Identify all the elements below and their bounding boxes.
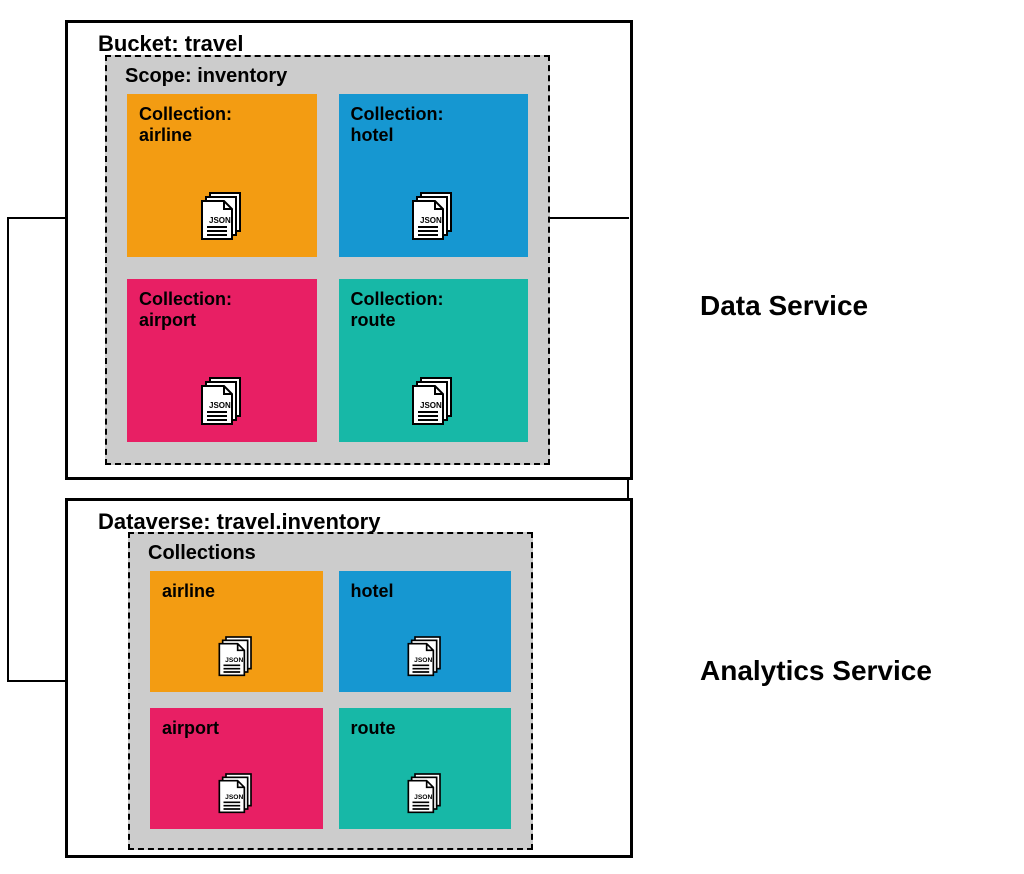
- connector-top-left-h: [7, 217, 65, 219]
- svg-text:JSON: JSON: [420, 216, 442, 225]
- collection-label: route: [351, 718, 500, 739]
- collection-airport: Collection:airport JSON: [127, 279, 317, 442]
- connector-top-right-h: [550, 217, 629, 219]
- collection-label: Collection:hotel: [351, 104, 517, 145]
- data-service-label: Data Service: [700, 290, 868, 322]
- collection-label: Collection:airline: [139, 104, 305, 145]
- json-doc-icon: JSON: [400, 769, 450, 819]
- json-doc-icon: JSON: [211, 632, 261, 682]
- collection-label: Collection:route: [351, 289, 517, 330]
- svg-text:JSON: JSON: [209, 216, 231, 225]
- collection-label: airport: [162, 718, 311, 739]
- analytics-service-label: Analytics Service: [700, 655, 932, 687]
- collections-box: Collections airline JSON: [128, 532, 533, 850]
- scope-box: Scope: inventory Collection:airline JSON: [105, 55, 550, 465]
- svg-text:JSON: JSON: [414, 657, 432, 664]
- json-doc-icon: JSON: [192, 187, 252, 247]
- collection-grid-bottom: airline JSON hotel: [130, 571, 531, 845]
- svg-text:JSON: JSON: [420, 401, 442, 410]
- svg-text:JSON: JSON: [209, 401, 231, 410]
- collection-label: hotel: [351, 581, 500, 602]
- collections-title: Collections: [148, 542, 531, 565]
- collection-airline: Collection:airline JSON: [127, 94, 317, 257]
- collection-hotel-bottom: hotel JSON: [339, 571, 512, 692]
- collection-route-bottom: route JSON: [339, 708, 512, 829]
- collection-label: airline: [162, 581, 311, 602]
- scope-title: Scope: inventory: [125, 65, 548, 88]
- collection-airport-bottom: airport JSON: [150, 708, 323, 829]
- json-doc-icon: JSON: [403, 372, 463, 432]
- collection-route: Collection:route JSON: [339, 279, 529, 442]
- collection-label: Collection:airport: [139, 289, 305, 330]
- json-doc-icon: JSON: [211, 769, 261, 819]
- json-doc-icon: JSON: [192, 372, 252, 432]
- svg-text:JSON: JSON: [225, 657, 243, 664]
- svg-text:JSON: JSON: [225, 794, 243, 801]
- json-doc-icon: JSON: [400, 632, 450, 682]
- collection-hotel: Collection:hotel JSON: [339, 94, 529, 257]
- bucket-title: Bucket: travel: [98, 31, 630, 57]
- json-doc-icon: JSON: [403, 187, 463, 247]
- collection-airline-bottom: airline JSON: [150, 571, 323, 692]
- collection-grid-top: Collection:airline JSON Col: [107, 94, 548, 460]
- connector-left-vertical: [7, 217, 9, 680]
- svg-text:JSON: JSON: [414, 794, 432, 801]
